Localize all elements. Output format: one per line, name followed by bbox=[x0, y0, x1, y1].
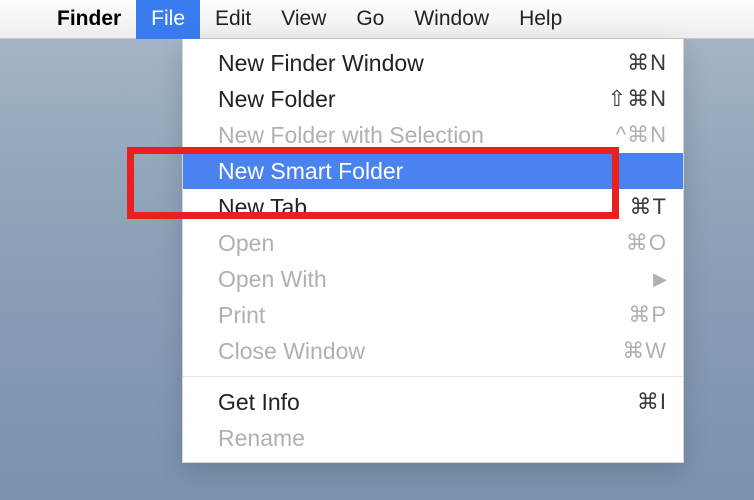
menu-item-shortcut: ⌘N bbox=[627, 50, 667, 76]
menu-item-new-smart-folder[interactable]: New Smart Folder bbox=[183, 153, 683, 189]
menu-item-get-info[interactable]: Get Info ⌘I bbox=[183, 384, 683, 420]
menu-item-label: Close Window bbox=[218, 338, 622, 365]
menu-item-open-with: Open With ▶ bbox=[183, 261, 683, 297]
menu-separator bbox=[183, 376, 683, 377]
menu-item-label: New Folder bbox=[218, 86, 608, 113]
menu-item-label: Open bbox=[218, 230, 626, 257]
menu-item-close-window: Close Window ⌘W bbox=[183, 333, 683, 369]
menubar-item-go[interactable]: Go bbox=[341, 0, 399, 39]
menubar-app-name[interactable]: Finder bbox=[42, 0, 136, 39]
menu-item-shortcut: ⌘O bbox=[626, 230, 667, 256]
menu-item-label: Rename bbox=[218, 425, 667, 452]
menu-item-shortcut: ⌘T bbox=[630, 194, 667, 220]
menu-item-label: New Finder Window bbox=[218, 50, 627, 77]
menu-item-label: Get Info bbox=[218, 389, 637, 416]
menu-item-shortcut: ⇧⌘N bbox=[608, 86, 667, 112]
menu-item-shortcut: ⌘W bbox=[622, 338, 667, 364]
menu-item-label: Print bbox=[218, 302, 628, 329]
menu-item-new-folder[interactable]: New Folder ⇧⌘N bbox=[183, 81, 683, 117]
menu-item-label: New Tab bbox=[218, 194, 630, 221]
menubar-item-file[interactable]: File bbox=[136, 0, 200, 39]
menubar: Finder File Edit View Go Window Help bbox=[0, 0, 754, 39]
menu-item-new-tab[interactable]: New Tab ⌘T bbox=[183, 189, 683, 225]
menu-item-rename: Rename bbox=[183, 420, 683, 456]
menu-item-label: Open With bbox=[218, 266, 653, 293]
menubar-item-edit[interactable]: Edit bbox=[200, 0, 266, 39]
menubar-item-view[interactable]: View bbox=[266, 0, 341, 39]
file-menu-dropdown: New Finder Window ⌘N New Folder ⇧⌘N New … bbox=[182, 39, 684, 463]
menu-item-shortcut: ⌘P bbox=[628, 302, 667, 328]
menubar-item-help[interactable]: Help bbox=[504, 0, 577, 39]
menu-item-new-finder-window[interactable]: New Finder Window ⌘N bbox=[183, 45, 683, 81]
menu-item-print: Print ⌘P bbox=[183, 297, 683, 333]
submenu-arrow-icon: ▶ bbox=[653, 269, 667, 290]
menu-item-shortcut: ^⌘N bbox=[616, 122, 667, 148]
menu-item-label: New Smart Folder bbox=[218, 158, 667, 185]
menu-item-new-folder-with-selection: New Folder with Selection ^⌘N bbox=[183, 117, 683, 153]
menu-item-shortcut: ⌘I bbox=[637, 389, 667, 415]
menu-item-label: New Folder with Selection bbox=[218, 122, 616, 149]
menu-item-open: Open ⌘O bbox=[183, 225, 683, 261]
menubar-item-window[interactable]: Window bbox=[399, 0, 504, 39]
